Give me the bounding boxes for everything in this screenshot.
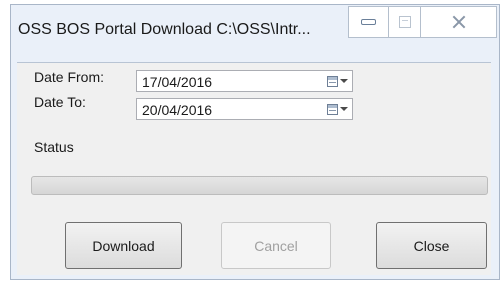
window-title: OSS BOS Portal Download C:\OSS\Intr...: [18, 21, 311, 38]
date-from-label: Date From:: [34, 69, 105, 85]
caption-buttons: [348, 6, 497, 38]
cancel-button: Cancel: [221, 222, 331, 269]
date-from-picker[interactable]: 17/04/2016: [136, 70, 353, 92]
date-to-picker[interactable]: 20/04/2016: [136, 98, 353, 120]
minimize-icon: [361, 19, 376, 25]
date-to-value: 20/04/2016: [142, 102, 213, 118]
minimize-button[interactable]: [348, 6, 388, 38]
title-bar[interactable]: OSS BOS Portal Download C:\OSS\Intr...: [11, 5, 499, 57]
date-to-label: Date To:: [34, 94, 86, 110]
dialog-client-area: Date From: 17/04/2016 Date To: 20/04/201…: [17, 62, 491, 275]
calendar-icon: [327, 103, 338, 115]
close-window-button[interactable]: [420, 6, 497, 38]
chevron-down-icon: [340, 79, 348, 83]
status-label: Status: [34, 139, 74, 155]
close-button[interactable]: Close: [376, 222, 487, 269]
maximize-button: [388, 6, 420, 38]
download-dialog-window: OSS BOS Portal Download C:\OSS\Intr... D…: [10, 4, 500, 280]
maximize-icon: [398, 16, 411, 28]
date-from-dropdown-button[interactable]: [327, 74, 349, 88]
download-progress-bar: [31, 176, 488, 195]
chevron-down-icon: [340, 107, 348, 111]
download-button[interactable]: Download: [65, 222, 182, 269]
close-icon: [452, 15, 466, 29]
calendar-icon: [327, 75, 338, 87]
date-to-dropdown-button[interactable]: [327, 102, 349, 116]
date-from-value: 17/04/2016: [142, 74, 213, 90]
